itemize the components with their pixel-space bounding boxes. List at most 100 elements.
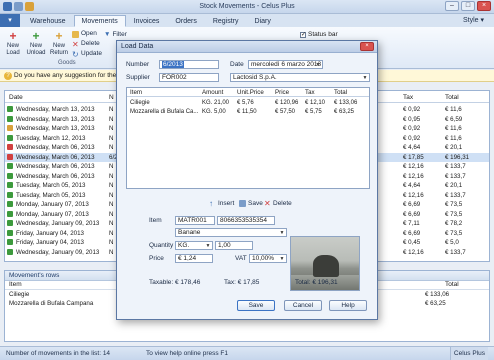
cell-date: Wednesday, March 13, 2013 (16, 125, 95, 132)
save-button[interactable]: Save (237, 300, 275, 311)
save-row-button[interactable]: Save (239, 200, 263, 207)
quantity-unit-value: KG. (178, 242, 190, 249)
new-return-label: New Return (49, 43, 68, 56)
cell-tax: € 12,10 (305, 100, 326, 106)
cell-total: € 63,25 (334, 109, 355, 115)
cell-date: Monday, January 07, 2013 (16, 210, 89, 218)
column-header-date[interactable]: Date (9, 94, 23, 101)
open-label: Open (81, 30, 97, 37)
cell-tax: € 6,69 (403, 201, 421, 208)
cancel-button[interactable]: Cancel (284, 300, 322, 311)
column-header-unit-price[interactable]: Unit.Price (237, 88, 264, 97)
close-button[interactable]: × (477, 1, 491, 11)
insert-row-button[interactable]: ↑ Insert (209, 200, 234, 208)
status-bar-checkbox[interactable]: ✓ Status bar (300, 31, 338, 38)
column-header-number[interactable]: N (109, 94, 114, 101)
cell-total: € 196,31 (445, 153, 470, 161)
cell-tax: € 17,85 (403, 153, 424, 161)
cell-total: € 73,5 (445, 210, 463, 218)
new-return-button[interactable]: + New Return (48, 30, 70, 57)
movement-type-icon (7, 220, 13, 226)
quantity-field[interactable]: 1,00 (215, 241, 253, 250)
column-header-price[interactable]: Price (275, 88, 289, 97)
column-header-tax[interactable]: Tax (403, 94, 413, 101)
tab-diary[interactable]: Diary (247, 15, 279, 27)
date-label: Date (230, 61, 244, 68)
quantity-unit-dropdown[interactable]: KG. ▼ (175, 241, 213, 250)
open-button[interactable]: Open (72, 30, 97, 38)
question-icon: ? (4, 72, 12, 80)
title-bar: Stock Movements - Celus Plus – □ × (0, 0, 494, 14)
maximize-button[interactable]: □ (461, 1, 475, 11)
plus-icon: + (9, 29, 17, 43)
column-header-total[interactable]: Total (445, 94, 459, 101)
movement-type-icon (7, 134, 13, 141)
cell-date: Tuesday, March 12, 2013 (16, 134, 86, 142)
cell-amount: KG. 21,00 (202, 100, 230, 106)
cell-n: N (109, 106, 114, 113)
status-bar: Number of movements in the list: 14 To v… (0, 346, 494, 360)
cell-date: Wednesday, March 06, 2013 (16, 172, 95, 180)
item-barcode-field[interactable]: 8066353535354 (217, 216, 275, 225)
new-load-button[interactable]: + New Load (2, 30, 24, 57)
dialog-close-button[interactable]: × (360, 42, 374, 51)
item-name-dropdown[interactable]: Banane ▼ (175, 228, 287, 237)
tab-orders[interactable]: Orders (167, 15, 204, 27)
cell-total: € 78,2 (445, 220, 463, 227)
movement-type-icon (7, 248, 13, 255)
cell-tax: € 4,64 (403, 182, 421, 189)
style-menu[interactable]: Style ▾ (463, 16, 484, 24)
folder-icon (72, 30, 79, 38)
column-header-amount[interactable]: Amount (202, 88, 223, 97)
cell-tax: € 12,16 (403, 191, 424, 199)
cell-tax: € 0,92 (403, 106, 421, 113)
cell-date: Wednesday, March 13, 2013 (16, 115, 95, 123)
new-unload-button[interactable]: + New Unload (25, 30, 47, 57)
delete-button[interactable]: ✕ Delete (72, 40, 100, 48)
tab-warehouse[interactable]: Warehouse (22, 15, 74, 27)
update-button[interactable]: ↻ Update (72, 50, 102, 58)
load-rows-table[interactable]: Item Amount Unit.Price Price Tax Total C… (126, 87, 370, 189)
update-icon: ↻ (72, 49, 79, 59)
plus-icon: + (32, 29, 40, 43)
movement-type-icon (7, 115, 13, 122)
tab-movements[interactable]: Movements (73, 15, 126, 27)
movements-count: Number of movements in the list: 14 (6, 350, 111, 357)
tab-registry[interactable]: Registry (205, 15, 247, 27)
price-field[interactable]: € 1,24 (175, 254, 213, 263)
tab-invoices[interactable]: Invoices (126, 15, 168, 27)
vat-dropdown[interactable]: 10,00% ▼ (249, 254, 287, 263)
supplier-code-field[interactable]: FOR002 (159, 73, 219, 82)
cell-total: € 133,7 (445, 248, 466, 256)
cell-n: N (109, 191, 114, 199)
cell-date: Friday, January 04, 2013 (16, 239, 84, 246)
supplier-name-dropdown[interactable]: Lactosid S.p.A. ▼ (230, 73, 370, 82)
help-button[interactable]: Help (329, 300, 367, 311)
column-header-item[interactable]: Item (130, 88, 142, 97)
column-header-total[interactable]: Total (445, 281, 459, 288)
cell-tax: € 0,95 (403, 115, 421, 123)
cell-n: N (109, 144, 114, 151)
number-field[interactable]: 6/2013 (159, 60, 219, 69)
file-menu-button[interactable]: ▾ (0, 14, 20, 27)
date-picker[interactable]: mercoledì 6 marzo 2013 ▼ (248, 60, 323, 69)
table-row[interactable]: Mozzarella di Bufala Ca... KG. 5,00 € 11… (127, 108, 369, 117)
column-header-tax[interactable]: Tax (305, 88, 315, 97)
movement-type-icon (7, 106, 13, 112)
cell-n: N (109, 182, 114, 189)
column-header-item[interactable]: Item (9, 281, 22, 288)
price-label: Price (149, 255, 164, 262)
row-total: € 133,06 (425, 291, 450, 298)
table-row[interactable]: Ciliegie KG. 21,00 € 5,76 € 120,96 € 12,… (127, 99, 369, 108)
item-code-field[interactable]: MATR001 (175, 216, 215, 225)
menu-bar: ▾ Warehouse Movements Invoices Orders Re… (0, 14, 494, 27)
column-header-total[interactable]: Total (334, 88, 347, 97)
filter-button[interactable]: ▼ Filter (104, 31, 127, 38)
minimize-button[interactable]: – (445, 1, 459, 11)
cell-tax: € 4,64 (403, 144, 421, 151)
delete-row-button[interactable]: ✕ Delete (264, 200, 292, 208)
cell-tax: € 12,16 (403, 248, 424, 256)
cell-total: € 5,0 (445, 239, 459, 246)
vat-label: VAT (235, 255, 247, 262)
cell-n: N (109, 239, 114, 246)
